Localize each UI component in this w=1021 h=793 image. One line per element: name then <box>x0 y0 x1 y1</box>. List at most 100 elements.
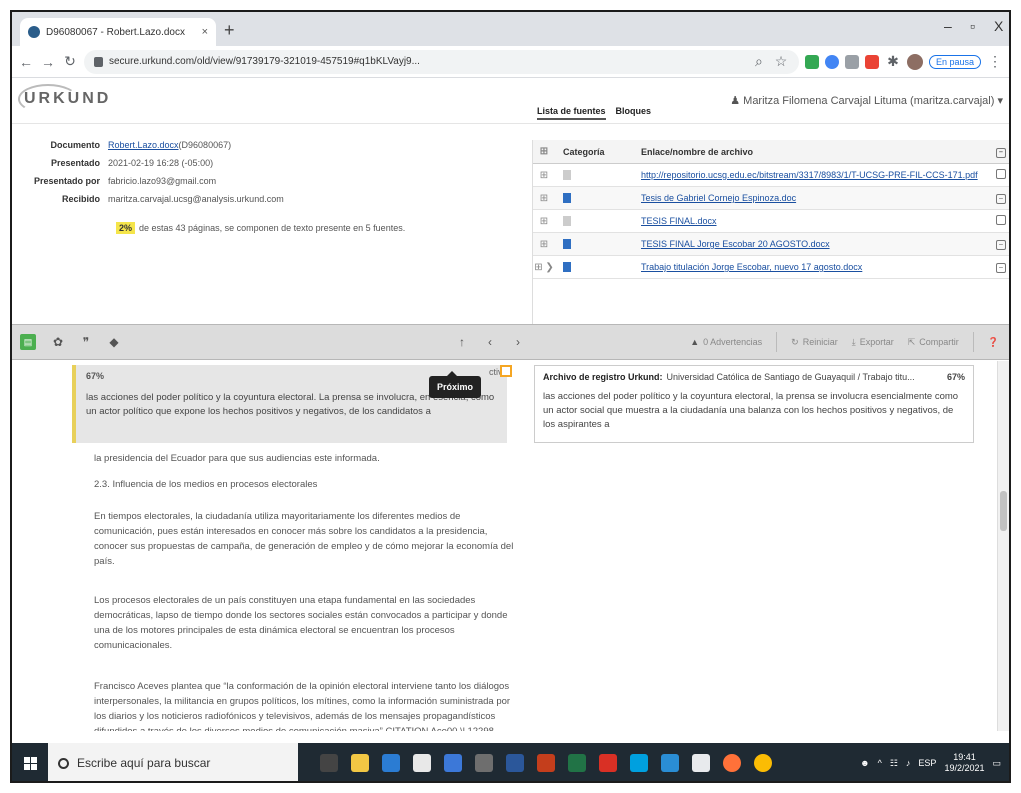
file-explorer-icon[interactable] <box>351 754 369 772</box>
extension-icon[interactable] <box>824 54 839 69</box>
toolbar-actions: ▲ 0 Advertencias ↻ Reiniciar ⤓ Exportar ⇱ Co… <box>690 332 1009 352</box>
app-icon[interactable] <box>630 754 648 772</box>
people-icon[interactable]: ☻ <box>860 758 869 768</box>
content-scrollbar[interactable] <box>997 361 1009 731</box>
zoom-icon[interactable]: ⌕ <box>751 53 767 70</box>
expand-icon[interactable]: ⊞ <box>533 216 555 227</box>
export-button[interactable]: ⤓ Exportar <box>852 337 894 348</box>
expand-icon[interactable]: ⊞ ❯ <box>533 262 555 273</box>
paragraph: En tiempos electorales, la ciudadanía ut… <box>94 511 514 567</box>
settings-icon[interactable] <box>692 754 710 772</box>
info-row: Presentado por fabricio.lazo93@gmail.com <box>12 176 216 186</box>
tab-source-list[interactable]: Lista de fuentes <box>537 106 606 120</box>
header-category: Categoría <box>563 146 605 157</box>
app-icon[interactable] <box>475 754 493 772</box>
profile-avatar[interactable] <box>906 53 923 70</box>
extension-icon[interactable] <box>804 54 819 69</box>
app-icon[interactable] <box>599 754 617 772</box>
excel-icon[interactable] <box>568 754 586 772</box>
source-link[interactable]: http://repositorio.ucsg.edu.ec/bitstream… <box>641 170 978 180</box>
extension-icon[interactable] <box>864 54 879 69</box>
start-button[interactable] <box>12 743 48 781</box>
source-link[interactable]: TESIS FINAL Jorge Escobar 20 AGOSTO.docx <box>641 239 830 249</box>
address-bar[interactable]: secure.urkund.com/old/view/91739179-3210… <box>84 49 799 74</box>
outlook-icon[interactable] <box>661 754 679 772</box>
notifications-icon[interactable]: ▭ <box>992 758 1001 769</box>
source-row[interactable]: ⊞ ❯ Trabajo titulación Jorge Escobar, nu… <box>533 256 1009 279</box>
source-checkbox[interactable]: – <box>996 194 1006 204</box>
new-tab-button[interactable]: + <box>224 20 235 40</box>
restart-label: Reiniciar <box>802 337 838 347</box>
expand-icon[interactable]: ⊞ <box>533 239 555 250</box>
restart-button[interactable]: ↻ Reiniciar <box>791 337 838 348</box>
toolbar-separator <box>776 332 778 352</box>
app-icon[interactable] <box>444 754 462 772</box>
up-arrow-icon[interactable]: ↑ <box>448 335 476 349</box>
source-checkbox[interactable] <box>996 215 1006 225</box>
active-checkbox[interactable] <box>500 365 512 377</box>
volume-icon[interactable]: ♪ <box>906 758 911 768</box>
source-checkbox[interactable]: – <box>996 240 1006 250</box>
toolbar-separator <box>972 332 974 352</box>
network-icon[interactable]: ☷ <box>890 758 898 769</box>
document-link[interactable]: Robert.Lazo.docx <box>108 140 179 150</box>
source-link[interactable]: Trabajo titulación Jorge Escobar, nuevo … <box>641 262 862 272</box>
source-row[interactable]: ⊞ http://repositorio.ucsg.edu.ec/bitstre… <box>533 164 1009 187</box>
help-button[interactable]: ❓ <box>988 337 999 348</box>
chevron-up-icon[interactable]: ^ <box>878 758 882 768</box>
puzzle-icon[interactable]: ✱ <box>885 53 901 70</box>
source-row[interactable]: ⊞ Tesis de Gabriel Cornejo Espinoza.doc … <box>533 187 1009 210</box>
word-icon[interactable] <box>506 754 524 772</box>
minimize-button[interactable]: – <box>944 18 952 34</box>
paragraph: Los procesos electorales de un país cons… <box>94 595 508 651</box>
powerpoint-icon[interactable] <box>537 754 555 772</box>
document-view-icon[interactable]: ▤ <box>20 334 36 350</box>
extension-icon[interactable] <box>844 54 859 69</box>
quote-icon[interactable]: ❞ <box>72 335 100 349</box>
source-checkbox[interactable]: – <box>996 263 1006 273</box>
source-row[interactable]: ⊞ TESIS FINAL Jorge Escobar 20 AGOSTO.do… <box>533 233 1009 256</box>
tab-blocks[interactable]: Bloques <box>616 106 652 120</box>
browser-tab[interactable]: D96080067 - Robert.Lazo.docx × <box>20 18 216 46</box>
close-window-button[interactable]: X <box>994 18 1003 34</box>
source-percent: 67% <box>946 372 965 382</box>
warnings-label: 0 Advertencias <box>703 337 763 347</box>
sync-paused-pill[interactable]: En pausa <box>928 54 981 69</box>
warnings-button[interactable]: ▲ 0 Advertencias <box>690 337 762 347</box>
source-row[interactable]: ⊞ TESIS FINAL.docx <box>533 210 1009 233</box>
language-indicator[interactable]: ESP <box>918 758 936 768</box>
tab-close-icon[interactable]: × <box>202 26 208 38</box>
source-checkbox[interactable] <box>996 169 1006 179</box>
next-icon[interactable]: › <box>504 335 532 349</box>
user-menu[interactable]: ♟ Maritza Filomena Carvajal Lituma (mari… <box>730 94 1003 107</box>
store-icon[interactable] <box>413 754 431 772</box>
reload-icon[interactable]: ↻ <box>62 53 78 70</box>
taskbar-search[interactable]: Escribe aquí para buscar <box>48 743 298 781</box>
expand-icon[interactable]: ⊞ <box>533 193 555 204</box>
forward-icon[interactable]: → <box>40 54 56 70</box>
menu-dots-icon[interactable]: ⋮ <box>987 53 1003 70</box>
scrollbar-thumb[interactable] <box>1000 491 1007 531</box>
expand-all-icon[interactable]: ⊞ <box>533 146 555 157</box>
app-icon[interactable] <box>382 754 400 772</box>
task-view-icon[interactable] <box>320 754 338 772</box>
source-link[interactable]: Tesis de Gabriel Cornejo Espinoza.doc <box>641 193 796 203</box>
tag-icon[interactable]: ◆ <box>100 335 128 349</box>
share-button[interactable]: ⇱ Compartir <box>908 337 959 348</box>
info-row: Presentado 2021-02-19 16:28 (-05:00) <box>12 158 213 168</box>
chrome-icon[interactable] <box>754 754 772 772</box>
source-link[interactable]: TESIS FINAL.docx <box>641 216 717 226</box>
star-icon[interactable]: ☆ <box>773 53 789 70</box>
firefox-icon[interactable] <box>723 754 741 772</box>
settings-gear-icon[interactable]: ✿ <box>44 335 72 349</box>
taskbar-clock[interactable]: 19:41 19/2/2021 <box>944 752 984 774</box>
restore-button[interactable]: ▫ <box>970 18 975 34</box>
collapse-all-icon[interactable]: – <box>996 147 1006 158</box>
info-key: Presentado por <box>33 176 100 186</box>
previous-icon[interactable]: ‹ <box>476 335 504 349</box>
download-icon: ⤓ <box>851 336 856 347</box>
expand-icon[interactable]: ⊞ <box>533 170 555 181</box>
screenshot-frame: D96080067 - Robert.Lazo.docx × + – ▫ X ←… <box>10 10 1011 783</box>
back-icon[interactable]: ← <box>18 54 34 70</box>
document-id: (D96080067) <box>178 140 232 150</box>
